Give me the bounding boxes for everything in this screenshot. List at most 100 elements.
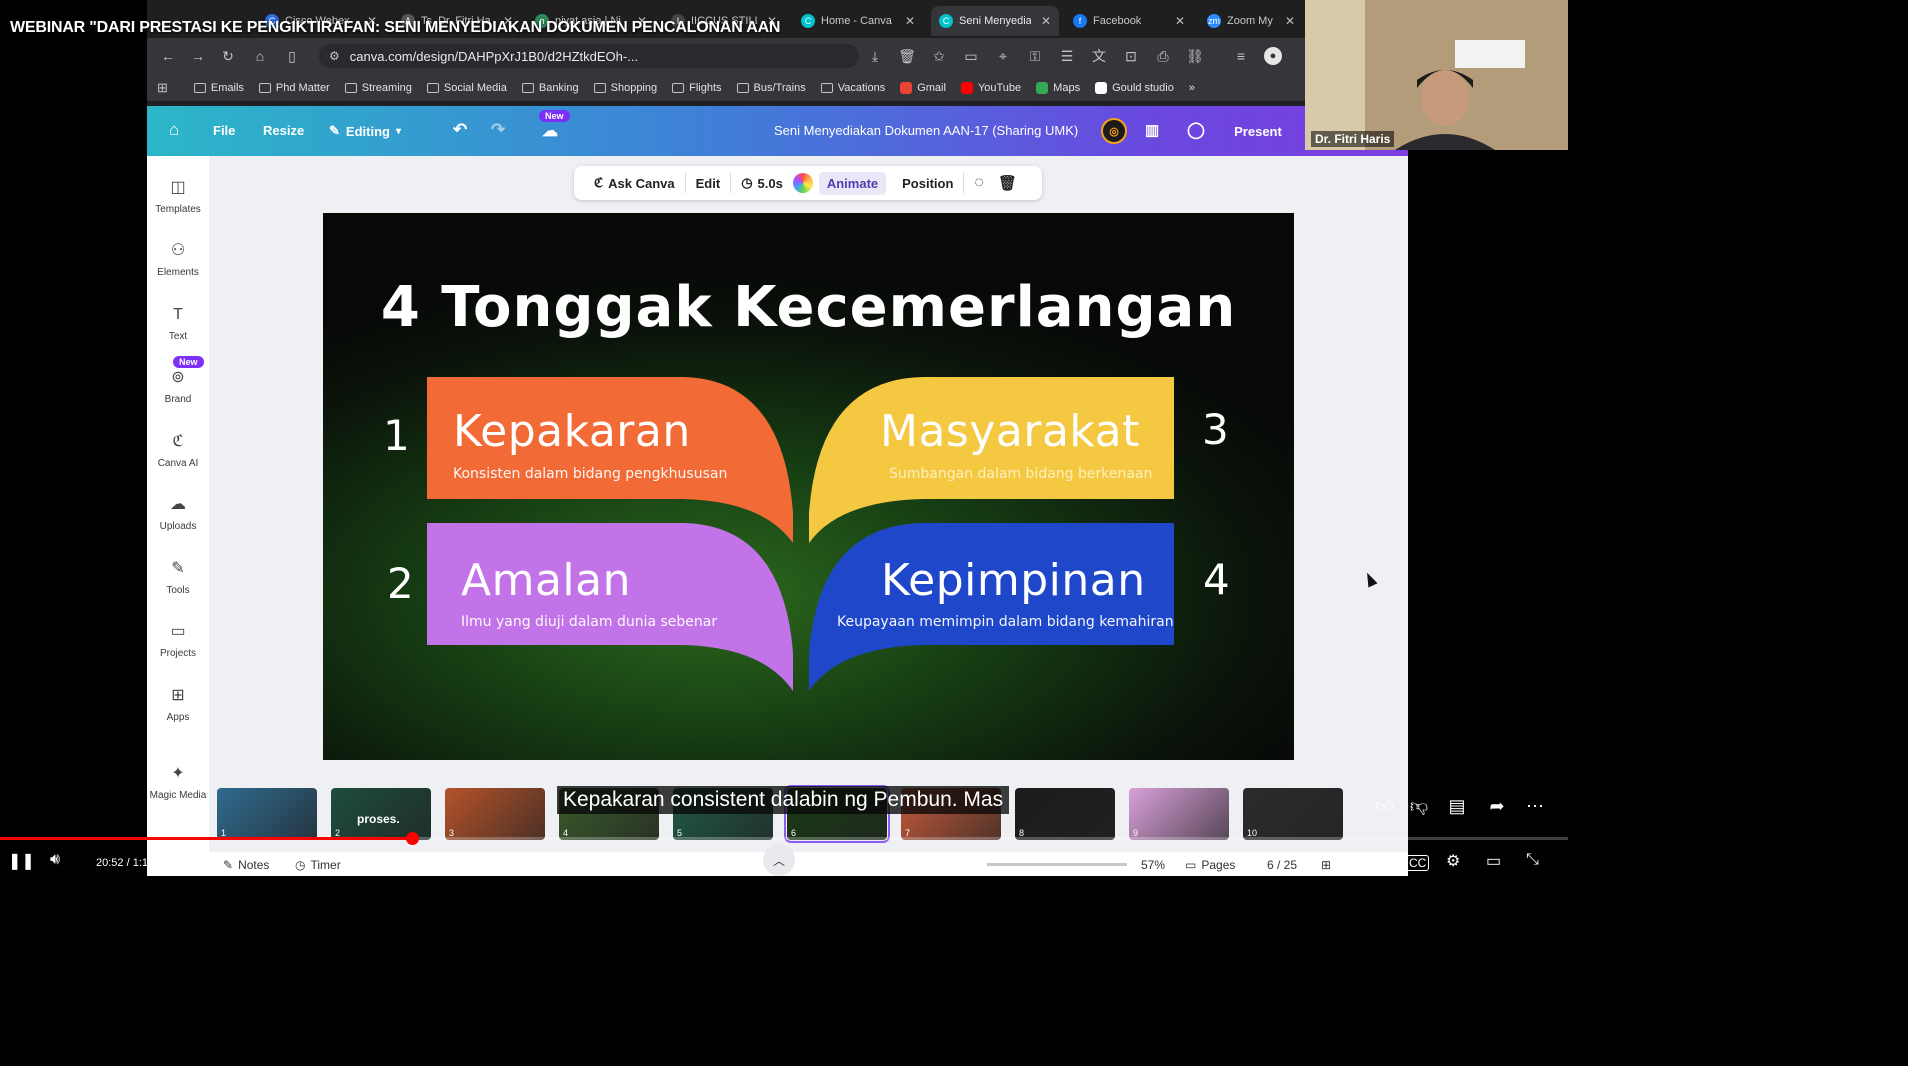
bookmark-item[interactable]: Phd Matter [258,82,330,94]
card-title[interactable]: Amalan [461,555,631,606]
sidebar-item-canva-ai[interactable]: ℭ Canva AI [147,432,209,469]
dislike-icon[interactable]: 👎︎ [1406,795,1432,817]
bookmark-item[interactable]: Flights [672,82,722,94]
card-number[interactable]: 2 [387,559,414,608]
reload-icon[interactable]: ↻ [219,47,237,65]
sidebar-item-apps[interactable]: ⊞ Apps [147,686,209,723]
captions-icon[interactable]: CC [1406,855,1430,871]
back-icon[interactable]: ← [159,47,177,65]
bookmark-item[interactable]: Maps [1036,81,1080,94]
cloud-check-icon[interactable]: ☁ [542,121,558,141]
card-number[interactable]: 3 [1202,405,1229,454]
page-thumbnail[interactable]: 9 [1129,788,1229,840]
favorites-icon[interactable]: ✩ [930,47,948,65]
key-icon[interactable]: ⚿ [1026,47,1044,65]
wallet-icon[interactable]: ▭ [962,47,980,65]
bookmark-item[interactable]: Vacations [820,82,885,94]
card-subtitle[interactable]: Konsisten dalam bidang pengkhususan [453,466,727,482]
screenshot-icon[interactable]: ⊡ [1122,47,1140,65]
animate-button[interactable]: Animate [818,171,887,195]
insights-icon[interactable]: ▥ [1145,121,1159,139]
page-thumbnail[interactable]: 8 [1015,788,1115,840]
tab-close-icon[interactable]: ✕ [1175,14,1185,28]
tab-close-icon[interactable]: ✕ [1041,14,1051,28]
bookmark-item[interactable]: Gould studio [1095,81,1174,94]
sidepanel-icon[interactable]: ▯ [283,47,301,65]
card-number[interactable]: 1 [383,411,410,460]
edit-button[interactable]: Edit [686,176,731,191]
sidebar-item-text[interactable]: T Text [147,305,209,342]
cast-icon[interactable]: ▭ [1486,851,1501,871]
more-options-icon[interactable]: ⋯ [1522,795,1548,817]
file-menu[interactable]: File [213,123,235,138]
card-title[interactable]: Kepakaran [453,406,691,457]
sidebar-item-templates[interactable]: ◫ Templates [147,178,209,215]
site-info-icon[interactable]: ⚙ [329,49,340,63]
card-title[interactable]: Masyarakat [880,406,1140,457]
bookmark-item[interactable]: Streaming [344,82,412,94]
resize-menu[interactable]: Resize [263,123,304,138]
bookmark-item[interactable]: Shopping [593,82,657,94]
sidebar-item-tools[interactable]: ✎ Tools [147,559,209,596]
address-bar[interactable]: ⚙ canva.com/design/DAHPpXrJ1B0/d2HZtkdEO… [319,44,859,68]
comment-add-icon[interactable]: ◌ [964,174,994,192]
page-thumbnail[interactable]: 3 [445,788,545,840]
ask-canva-button[interactable]: ℭ Ask Canva [584,175,685,191]
card-subtitle[interactable]: Sumbangan dalam bidang berkenaan [889,466,1152,482]
location-icon[interactable]: ⌖ [994,47,1012,65]
card-subtitle[interactable]: Keupayaan memimpin dalam bidang kemahira… [837,614,1174,630]
media-icon[interactable]: ≡ [1232,47,1250,65]
video-player[interactable]: C Cisco Webex ✕ A Ts. Dr. Fitri Ha ✕ n niyat.as… [0,0,1568,876]
editing-menu[interactable]: ✎ Editing ▾ [329,123,401,139]
like-icon[interactable]: 👍︎ [1372,795,1398,817]
bookmark-item[interactable]: Social Media [426,82,507,94]
card-number[interactable]: 4 [1203,555,1230,604]
forward-icon[interactable]: → [189,47,207,65]
duration-button[interactable]: ◷ 5.0s [731,175,793,191]
card-title[interactable]: Kepimpinan [881,555,1146,606]
tab-close-icon[interactable]: ✕ [1285,14,1295,28]
bookmark-item[interactable]: Banking [521,82,579,94]
present-button[interactable]: Present [1222,115,1294,147]
print-icon[interactable]: ⎙ [1154,47,1172,65]
home-icon[interactable]: ⌂ [251,47,269,65]
position-button[interactable]: Position [892,176,963,191]
sidebar-item-elements[interactable]: ⚇ Elements [147,241,209,278]
sidebar-item-uploads[interactable]: ☁ Uploads [147,495,209,532]
slide-canvas[interactable]: 4 Tonggak Kecemerlangan 1 Kepakaran Kons… [323,213,1294,760]
exit-fullscreen-icon[interactable]: ⤡ [1526,851,1539,869]
volume-icon[interactable]: 🔊︎ [50,851,60,869]
sidebar-item-brand[interactable]: ⊚ Brand New [147,356,209,405]
browser-tab[interactable]: f Facebook ✕ [1065,6,1193,36]
document-title[interactable]: Seni Menyediakan Dokumen AAN-17 (Sharing… [774,123,1078,138]
reader-icon[interactable]: ☰ [1058,47,1076,65]
bookmark-item[interactable]: Emails [193,82,244,94]
page-thumbnail[interactable]: 10 [1243,788,1343,840]
tab-close-icon[interactable]: ✕ [905,14,915,28]
trash-icon[interactable]: 🗑 [994,174,1021,192]
browser-tab[interactable]: C Home - Canva ✕ [793,6,923,36]
sidebar-item-projects[interactable]: ▭ Projects [147,622,209,659]
translate-icon[interactable]: 文 [1090,47,1108,65]
bookmark-item[interactable]: Gmail [900,81,946,94]
profile-avatar-icon[interactable]: ● [1264,47,1282,65]
comments-icon[interactable]: ▤ [1444,795,1470,817]
bookmark-item[interactable]: YouTube [960,81,1021,94]
apps-grid-icon[interactable]: ⊞ [157,80,168,96]
page-thumbnail[interactable]: 1 [217,788,317,840]
comment-icon[interactable]: ◯ [1187,120,1205,140]
color-picker-icon[interactable] [792,173,813,193]
browser-tab[interactable]: C Seni Menyedia ✕ [931,6,1059,36]
home-icon[interactable]: ⌂ [169,120,179,140]
link-icon[interactable]: ⛓ [1186,47,1204,65]
download-icon[interactable]: ⤓ [866,47,884,65]
card-subtitle[interactable]: Ilmu yang diuji dalam dunia sebenar [461,614,717,630]
share-icon[interactable]: ➦ [1484,795,1510,817]
browser-tab[interactable]: zm Zoom My Note ✕ [1199,6,1303,36]
more-bookmarks-icon[interactable]: » [1189,82,1195,94]
delete-icon[interactable]: 🗑 [898,47,916,65]
pause-icon[interactable]: ❚❚ [8,851,35,871]
bookmark-item[interactable]: Bus/Trains [736,82,806,94]
sidebar-item-magic-media[interactable]: ✦ Magic Media [147,764,209,801]
undo-icon[interactable]: ↶ [453,120,467,140]
